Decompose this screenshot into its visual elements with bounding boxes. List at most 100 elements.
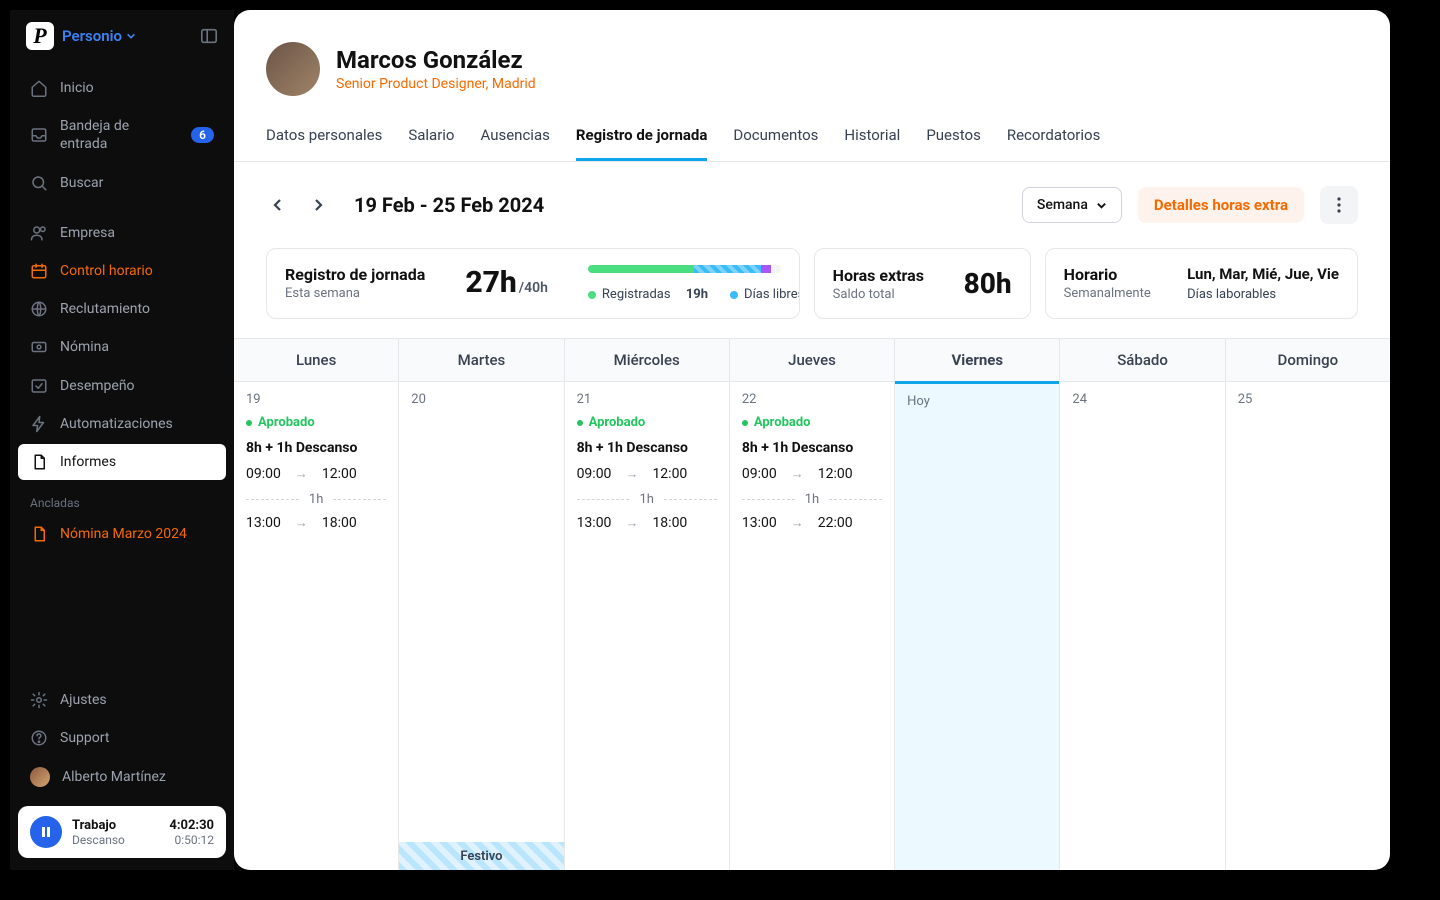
day-column-viernes[interactable]: Viernes Hoy <box>895 338 1060 870</box>
day-header: Miércoles <box>565 338 729 382</box>
nav-label: Nómina <box>60 338 214 356</box>
arrow-right-icon: → <box>791 466 804 482</box>
home-icon <box>30 79 48 97</box>
tab-historial[interactable]: Historial <box>844 112 900 161</box>
card-overtime: Horas extras Saldo total 80h <box>814 248 1031 319</box>
day-summary: 8h + 1h Descanso <box>577 440 717 456</box>
card-schedule-title: Horario <box>1064 265 1151 284</box>
chevron-down-icon <box>1096 200 1107 211</box>
overtime-details-button[interactable]: Detalles horas extra <box>1138 187 1304 223</box>
status-approved: Aprobado <box>742 415 882 430</box>
sidebar-item-automatizaciones[interactable]: Automatizaciones <box>18 406 226 442</box>
nav-label: Desempeño <box>60 377 214 395</box>
sidebar-item-bandeja-de-entrada[interactable]: Bandeja de entrada6 <box>18 108 226 162</box>
day-column-jueves[interactable]: Jueves22Aprobado8h + 1h Descanso09:00→12… <box>730 338 895 870</box>
nav-label: Inicio <box>60 79 214 97</box>
day-header: Martes <box>399 338 563 382</box>
card-overtime-value: 80h <box>964 267 1012 300</box>
profile-role: Senior Product Designer, Madrid <box>336 76 536 92</box>
profile-avatar <box>266 42 320 96</box>
day-number: Hoy <box>907 394 1047 409</box>
arrow-right-icon: → <box>625 515 638 531</box>
nav-label: Bandeja de entrada <box>60 117 179 153</box>
arrow-right-icon: → <box>295 466 308 482</box>
pause-button[interactable] <box>30 816 62 848</box>
hours-total: /40h <box>519 280 548 296</box>
sidebar-item-support[interactable]: Support <box>18 720 226 756</box>
card-overtime-sub: Saldo total <box>833 287 924 302</box>
break-row: 1h <box>246 492 386 507</box>
tab-ausencias[interactable]: Ausencias <box>481 112 550 161</box>
nav-label: Informes <box>60 453 214 471</box>
clock-icon <box>30 262 48 280</box>
dot-green-icon <box>588 291 596 299</box>
day-body: Hoy <box>895 384 1059 870</box>
help-icon <box>30 729 48 747</box>
collapse-panel-icon[interactable] <box>200 27 218 45</box>
tab-datos-personales[interactable]: Datos personales <box>266 112 382 161</box>
pause-icon <box>40 826 52 838</box>
nav-label: Reclutamiento <box>60 300 214 318</box>
users-icon <box>30 224 48 242</box>
legend-registered-label: Registradas <box>602 287 671 302</box>
day-column-miércoles[interactable]: Miércoles21Aprobado8h + 1h Descanso09:00… <box>565 338 730 870</box>
org-switcher[interactable]: Personio <box>62 27 192 45</box>
break-row: 1h <box>742 492 882 507</box>
app-logo: P <box>26 22 54 50</box>
day-column-lunes[interactable]: Lunes19Aprobado8h + 1h Descanso09:00→12:… <box>234 338 399 870</box>
day-column-sábado[interactable]: Sábado24 <box>1060 338 1225 870</box>
tab-salario[interactable]: Salario <box>408 112 454 161</box>
prev-week-button[interactable] <box>266 193 290 217</box>
arrow-right-icon: → <box>625 466 638 482</box>
card-time-tracking: Registro de jornada Esta semana 27h /40h… <box>266 248 800 319</box>
sidebar-item-informes[interactable]: Informes <box>18 444 226 480</box>
nav-label: Ajustes <box>60 691 214 709</box>
sidebar-item-alberto-martínez[interactable]: Alberto Martínez <box>18 758 226 796</box>
sidebar-item-ajustes[interactable]: Ajustes <box>18 682 226 718</box>
check-icon <box>30 377 48 395</box>
next-week-button[interactable] <box>306 193 330 217</box>
profile-tabs: Datos personales Salario Ausencias Registro… <box>234 112 1390 162</box>
legend-off-label: Días libres <box>744 287 800 302</box>
doc-icon <box>30 525 48 543</box>
sidebar-item-nómina[interactable]: Nómina <box>18 329 226 365</box>
sidebar-item-control-horario[interactable]: Control horario <box>18 253 226 289</box>
status-approved: Aprobado <box>246 415 386 430</box>
day-body: 19Aprobado8h + 1h Descanso09:00→12:001h1… <box>234 382 398 870</box>
week-toolbar: 19 Feb - 25 Feb 2024 Semana Detalles hor… <box>234 162 1390 224</box>
view-select[interactable]: Semana <box>1022 187 1122 223</box>
day-header: Sábado <box>1060 338 1224 382</box>
tab-puestos[interactable]: Puestos <box>926 112 981 161</box>
day-column-domingo[interactable]: Domingo25 <box>1226 338 1390 870</box>
pinned-section-label: Ancladas <box>18 482 226 516</box>
status-approved: Aprobado <box>577 415 717 430</box>
day-header: Viernes <box>895 338 1059 384</box>
tab-recordatorios[interactable]: Recordatorios <box>1007 112 1101 161</box>
sidebar-item-inicio[interactable]: Inicio <box>18 70 226 106</box>
card-schedule-sub: Semanalmente <box>1064 286 1151 301</box>
timer-time: 4:02:30 <box>169 818 214 833</box>
day-body: 21Aprobado8h + 1h Descanso09:00→12:001h1… <box>565 382 729 870</box>
timer-break-time: 0:50:12 <box>174 833 214 847</box>
timer-break-label: Descanso <box>72 833 125 847</box>
sidebar-item-desempeño[interactable]: Desempeño <box>18 368 226 404</box>
time-slot: 13:00→22:00 <box>742 515 882 531</box>
break-row: 1h <box>577 492 717 507</box>
day-number: 25 <box>1238 392 1378 407</box>
tab-documentos[interactable]: Documentos <box>733 112 818 161</box>
sidebar-item-reclutamiento[interactable]: Reclutamiento <box>18 291 226 327</box>
sidebar-item-nómina-marzo-2024[interactable]: Nómina Marzo 2024 <box>18 516 226 552</box>
progress-legend: Registradas 19h Días libres 8h Horas ext… <box>588 287 781 302</box>
nav-label: Alberto Martínez <box>62 768 214 786</box>
tab-registro-de-jornada[interactable]: Registro de jornada <box>576 112 708 161</box>
sidebar-item-empresa[interactable]: Empresa <box>18 215 226 251</box>
nav-label: Support <box>60 729 214 747</box>
day-body: 24 <box>1060 382 1224 870</box>
more-menu-button[interactable] <box>1320 186 1358 224</box>
day-column-martes[interactable]: Martes20Festivo <box>399 338 564 870</box>
time-slot: 13:00→18:00 <box>577 515 717 531</box>
arrow-right-icon: → <box>295 515 308 531</box>
day-header: Jueves <box>730 338 894 382</box>
dots-vertical-icon <box>1337 197 1341 213</box>
sidebar-item-buscar[interactable]: Buscar <box>18 165 226 201</box>
